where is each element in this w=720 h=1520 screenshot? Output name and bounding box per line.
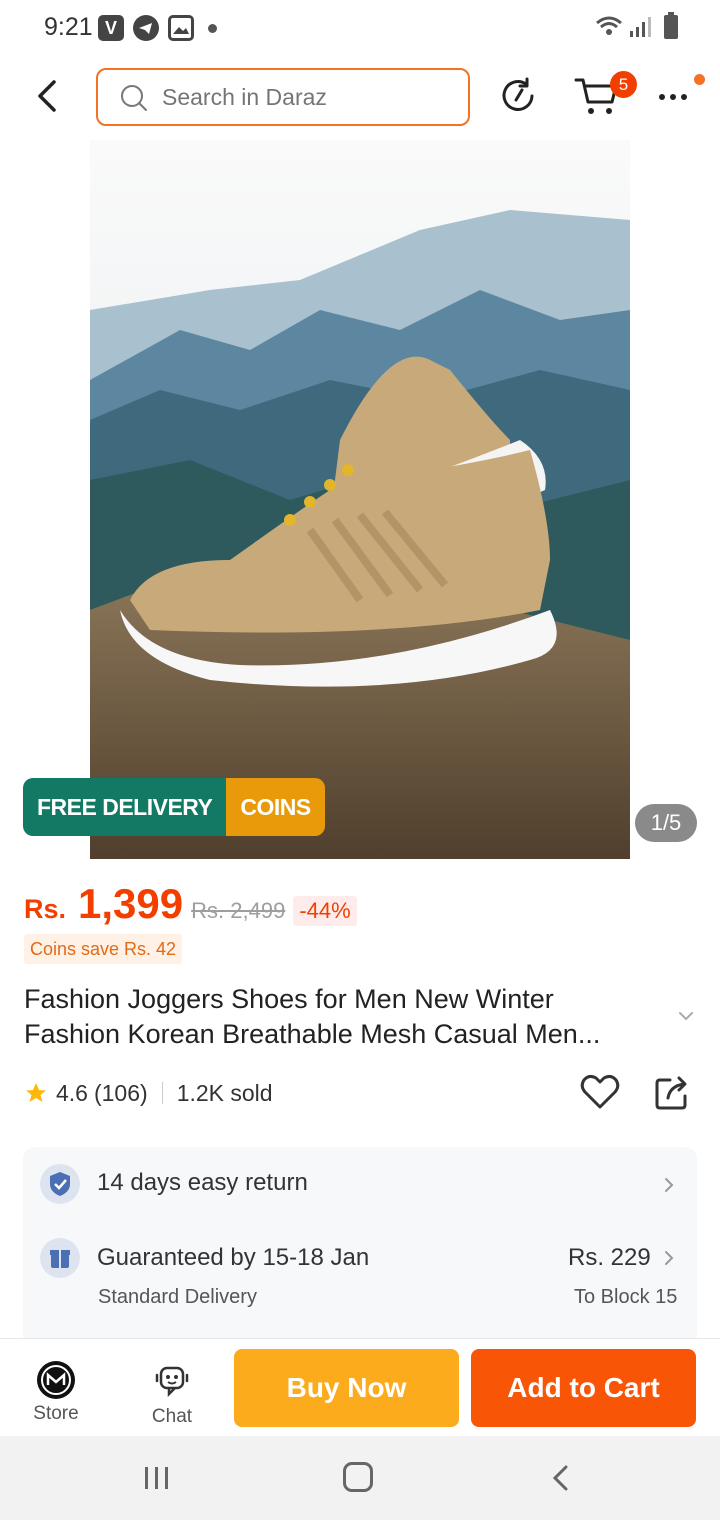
search-bar[interactable] xyxy=(96,68,470,126)
product-title[interactable]: Fashion Joggers Shoes for Men New Winter… xyxy=(24,982,674,1052)
store-logo-icon xyxy=(37,1361,75,1399)
price-currency: Rs. xyxy=(24,894,67,924)
bottom-action-bar: Store Chat Buy Now Add to Cart xyxy=(0,1338,720,1436)
image-counter: 1/5 xyxy=(635,804,697,842)
gift-box-icon xyxy=(40,1238,80,1278)
delivery-type-label: Standard Delivery xyxy=(98,1286,257,1308)
delivery-fee: Rs. 229 xyxy=(568,1244,651,1271)
heart-icon[interactable] xyxy=(579,1072,621,1112)
more-options-dot-icon xyxy=(694,74,705,85)
original-price: Rs. 2,499 xyxy=(191,898,286,923)
wifi-icon xyxy=(596,16,622,35)
chat-label: Chat xyxy=(151,1406,193,1427)
rating-row[interactable]: 4.6 (106) 1.2K sold xyxy=(24,1076,273,1110)
top-header: 5 xyxy=(0,60,720,136)
notification-dot-icon xyxy=(208,24,217,33)
chat-bot-icon xyxy=(155,1366,189,1398)
discount-badge: -44% xyxy=(293,896,357,926)
telegram-icon xyxy=(133,15,159,41)
price-row: Rs. 1,399 Rs. 2,499 -44% xyxy=(24,880,357,930)
guarantee-label: Guaranteed by 15-18 Jan xyxy=(97,1244,370,1271)
product-photo-illustration xyxy=(90,140,630,859)
coins-save-label: Coins save Rs. 42 xyxy=(24,934,183,964)
buy-now-button[interactable]: Buy Now xyxy=(234,1349,459,1427)
more-options-icon[interactable] xyxy=(654,80,694,110)
chat-button[interactable]: Chat xyxy=(136,1363,208,1433)
back-arrow-icon[interactable] xyxy=(26,74,70,118)
sold-count: 1.2K sold xyxy=(176,1079,273,1106)
search-input[interactable] xyxy=(162,84,452,111)
status-bar: 9:21 V xyxy=(0,0,720,56)
delivery-card: 14 days easy return Guaranteed by 15-18 … xyxy=(23,1147,697,1357)
chevron-down-icon[interactable] xyxy=(676,1006,696,1026)
gallery-icon xyxy=(168,15,194,41)
home-icon[interactable] xyxy=(343,1462,373,1492)
delivery-location: To Block 15 xyxy=(574,1286,678,1308)
search-icon xyxy=(121,85,147,111)
v-app-icon: V xyxy=(98,15,124,41)
rating-divider xyxy=(161,1082,163,1104)
battery-icon xyxy=(664,12,678,39)
chevron-right-icon xyxy=(665,1251,674,1265)
chevron-right-icon xyxy=(665,1178,674,1192)
star-icon xyxy=(26,1083,46,1102)
status-time: 9:21 xyxy=(44,13,93,41)
store-button[interactable]: Store xyxy=(20,1361,92,1431)
cart-count-badge: 5 xyxy=(610,71,637,98)
review-count: (106) xyxy=(93,1079,148,1106)
share-icon[interactable] xyxy=(654,1072,692,1112)
rating-value: 4.6 xyxy=(56,1079,88,1106)
product-image[interactable] xyxy=(90,140,630,859)
history-icon[interactable] xyxy=(496,74,540,118)
shield-check-icon xyxy=(40,1164,80,1204)
recent-apps-icon[interactable] xyxy=(143,1464,171,1492)
system-back-icon[interactable] xyxy=(548,1464,572,1492)
price-value: 1,399 xyxy=(78,880,184,927)
system-nav-bar xyxy=(0,1436,720,1520)
coins-badge: COINS xyxy=(226,778,325,836)
return-policy-label: 14 days easy return xyxy=(97,1169,308,1196)
product-title-line1: Fashion Joggers Shoes for Men New Winter xyxy=(24,984,554,1014)
free-delivery-badge: FREE DELIVERY xyxy=(23,778,227,836)
store-label: Store xyxy=(33,1403,79,1424)
signal-icon xyxy=(630,17,651,37)
promo-banner: FREE DELIVERY COINS xyxy=(23,778,325,836)
add-to-cart-button[interactable]: Add to Cart xyxy=(471,1349,696,1427)
product-title-line2: Fashion Korean Breathable Mesh Casual Me… xyxy=(24,1019,601,1049)
